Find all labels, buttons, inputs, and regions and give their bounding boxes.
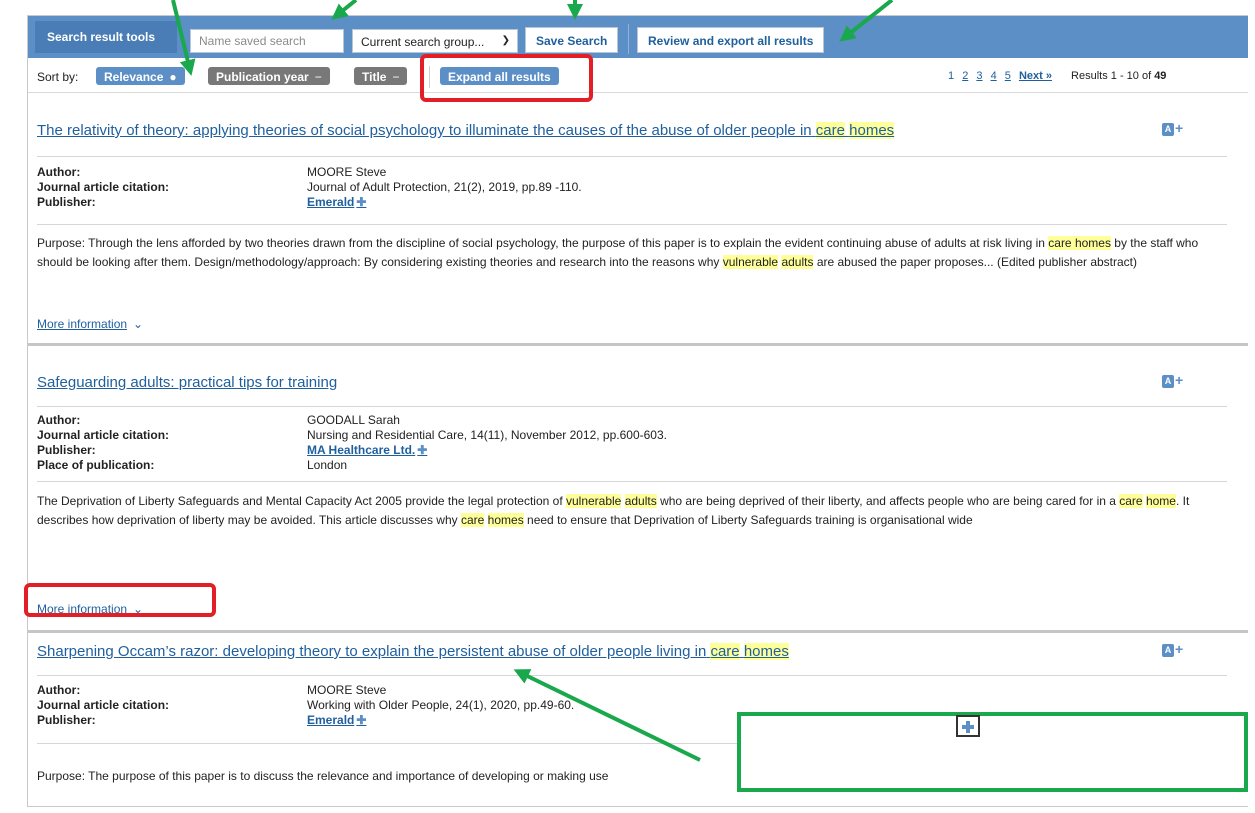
annotation-arrows [171,0,894,762]
arrow-to-relevance [171,0,196,76]
arrow-to-review-export [839,0,894,42]
arrow-to-publisher [513,669,701,762]
arrow-to-name-search [331,0,358,20]
